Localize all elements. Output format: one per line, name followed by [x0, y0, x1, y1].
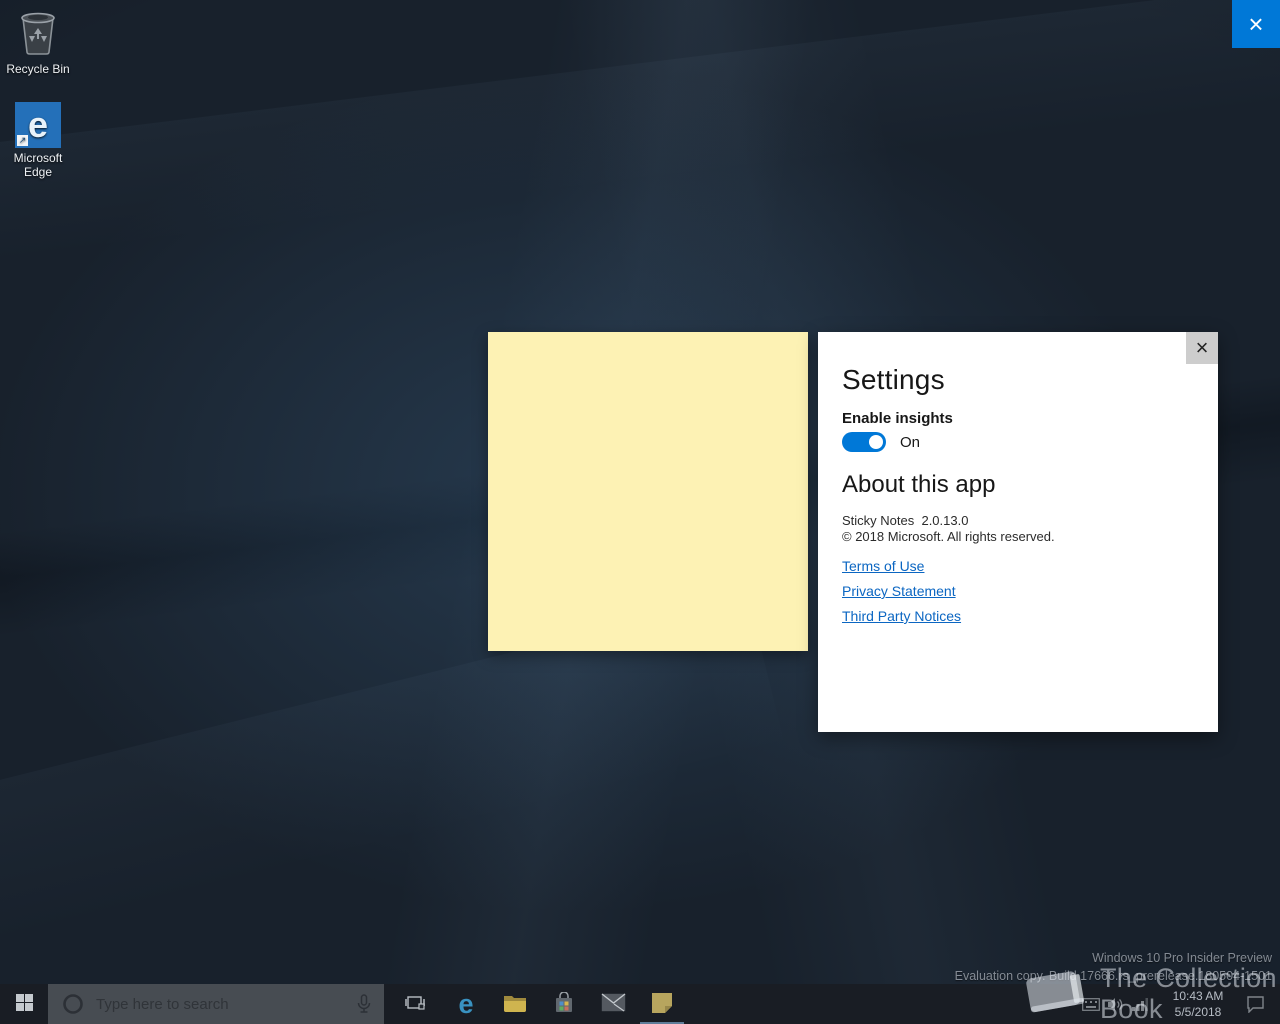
taskbar-store-button[interactable]	[540, 984, 588, 1024]
window-close-button[interactable]: ×	[1232, 0, 1280, 48]
desktop-icon-microsoft-edge[interactable]: e ↗ Microsoft Edge	[0, 102, 76, 179]
privacy-statement-link[interactable]: Privacy Statement	[842, 583, 956, 599]
store-icon	[553, 990, 575, 1017]
taskbar-edge-button[interactable]: e	[442, 984, 490, 1024]
recycle-bin-icon	[0, 8, 76, 59]
enable-insights-label: Enable insights	[842, 410, 953, 427]
task-view-button[interactable]	[397, 984, 433, 1024]
enable-insights-row: On	[842, 432, 920, 452]
taskbar-clock[interactable]: 10:43 AM 5/5/2018	[1155, 984, 1241, 1024]
task-view-icon	[405, 994, 425, 1015]
network-icon[interactable]	[1128, 984, 1150, 1024]
settings-close-button[interactable]: ×	[1186, 332, 1218, 364]
microphone-icon[interactable]	[356, 994, 372, 1014]
touch-keyboard-icon[interactable]	[1080, 984, 1102, 1024]
volume-icon[interactable]	[1104, 984, 1126, 1024]
toggle-knob	[869, 435, 883, 449]
about-title: About this app	[842, 471, 996, 498]
app-version: Sticky Notes 2.0.13.0	[842, 513, 969, 528]
sticky-notes-settings-panel: × Settings Enable insights On About this…	[818, 332, 1218, 732]
taskbar-sticky-notes-button[interactable]	[638, 984, 686, 1024]
desktop: Recycle Bin e ↗ Microsoft Edge × Setting…	[0, 0, 1280, 1024]
taskbar-file-explorer-button[interactable]	[491, 984, 539, 1024]
wallpaper-beam	[0, 0, 1280, 271]
cortana-circle-icon	[62, 993, 84, 1015]
sticky-notes-icon	[651, 992, 673, 1017]
system-info-line1: Windows 10 Pro Insider Preview	[1092, 951, 1272, 965]
system-info-line2: Evaluation copy. Build 17666.rs_prerelea…	[954, 969, 1272, 983]
desktop-icon-recycle-bin[interactable]: Recycle Bin	[0, 8, 76, 76]
start-button[interactable]	[0, 984, 48, 1024]
search-input[interactable]	[94, 994, 344, 1014]
terms-of-use-link[interactable]: Terms of Use	[842, 558, 924, 574]
windows-logo-icon	[15, 994, 33, 1014]
desktop-icon-label: Recycle Bin	[6, 62, 70, 76]
mail-icon	[601, 993, 626, 1015]
clock-date: 5/5/2018	[1174, 1005, 1222, 1019]
desktop-icon-label: Microsoft Edge	[13, 151, 63, 179]
edge-icon: e	[27, 104, 49, 145]
copyright-text: © 2018 Microsoft. All rights reserved.	[842, 529, 1055, 544]
edge-tile: e ↗	[15, 102, 61, 148]
file-explorer-icon	[503, 993, 527, 1016]
toggle-state-label: On	[900, 433, 921, 451]
edge-icon: e	[458, 988, 474, 1019]
clock-time: 10:43 AM	[1172, 989, 1224, 1003]
third-party-notices-link[interactable]: Third Party Notices	[842, 608, 961, 624]
taskbar: e	[0, 984, 1280, 1024]
settings-title: Settings	[842, 364, 945, 395]
enable-insights-toggle[interactable]	[842, 432, 886, 452]
system-info: Windows 10 Pro Insider Preview Evaluatio…	[955, 949, 1272, 985]
sticky-note[interactable]	[488, 332, 808, 651]
shortcut-arrow-icon: ↗	[17, 135, 28, 146]
action-center-icon[interactable]	[1242, 984, 1268, 1024]
taskbar-search[interactable]	[48, 984, 384, 1024]
taskbar-mail-button[interactable]	[589, 984, 637, 1024]
